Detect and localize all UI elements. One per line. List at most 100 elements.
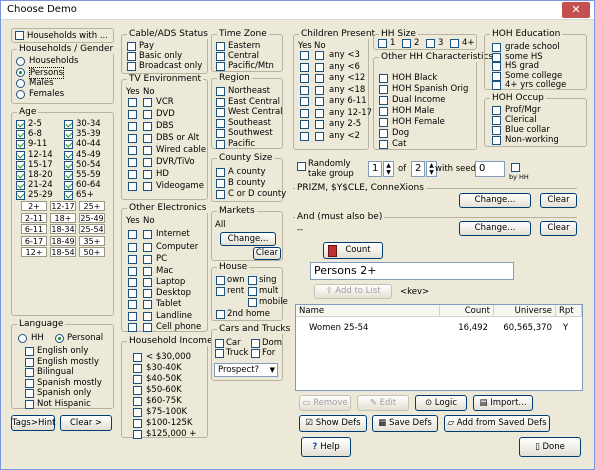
age-preset-12-17-button[interactable]: 12-17 — [50, 201, 76, 211]
cable-pay-checkbox[interactable] — [127, 42, 136, 51]
region-west-central-checkbox[interactable] — [216, 108, 225, 117]
elec-pc-yes-checkbox[interactable] — [128, 255, 137, 264]
age-25-29-checkbox[interactable] — [16, 191, 25, 201]
occ-prof-mgr-checkbox[interactable] — [492, 106, 501, 115]
tv-hd-yes-checkbox[interactable] — [128, 170, 137, 179]
tv-dbs-or-alt-yes-checkbox[interactable] — [128, 134, 137, 143]
child-any-12-no-checkbox[interactable] — [315, 74, 324, 83]
child-any-2-5-no-checkbox[interactable] — [315, 120, 324, 129]
and-change-button[interactable]: Change... — [459, 221, 531, 236]
hh-size-1-checkbox[interactable] — [378, 39, 387, 48]
house-own-checkbox[interactable] — [216, 276, 225, 285]
tv-wired-cable-no-checkbox[interactable] — [143, 146, 152, 155]
tv-dvr-tivo-yes-checkbox[interactable] — [128, 158, 137, 167]
elec-desktop-no-checkbox[interactable] — [143, 289, 152, 298]
age-9-11-checkbox[interactable] — [16, 140, 25, 150]
age-60-64-checkbox[interactable] — [64, 181, 73, 191]
age-30-34-checkbox[interactable] — [64, 120, 73, 129]
hh-size-3-checkbox[interactable] — [426, 39, 435, 48]
age-15-17-checkbox[interactable] — [16, 160, 25, 170]
radio-females[interactable] — [16, 90, 25, 99]
age-65-checkbox[interactable] — [64, 191, 73, 201]
income-100-125k-checkbox[interactable] — [133, 419, 142, 428]
tv-dbs-or-alt-no-checkbox[interactable] — [143, 134, 152, 143]
prizm-change-button[interactable]: Change... — [459, 193, 531, 208]
age-preset-6-17-button[interactable]: 6-17 — [21, 235, 47, 246]
income-30-40k-checkbox[interactable] — [133, 364, 142, 373]
child-any-18-no-checkbox[interactable] — [315, 85, 324, 95]
child-any-12-yes-checkbox[interactable] — [300, 74, 309, 83]
hh-dog-checkbox[interactable] — [379, 129, 388, 138]
income-75-100k-checkbox[interactable] — [133, 408, 142, 417]
child-any-12-17-no-checkbox[interactable] — [315, 108, 324, 118]
column-header-count[interactable]: Count — [440, 305, 494, 317]
prizm-clear-button[interactable]: Clear — [540, 193, 577, 208]
elec-laptop-yes-checkbox[interactable] — [128, 278, 137, 287]
child-any-18-yes-checkbox[interactable] — [300, 85, 309, 95]
column-header-rpt[interactable]: Rpt — [556, 305, 582, 317]
radio-personal[interactable] — [55, 334, 64, 343]
import-button[interactable]: ▤ Import... — [473, 395, 533, 411]
cable-broadcast-only-checkbox[interactable] — [127, 62, 136, 71]
child-any-6-no-checkbox[interactable] — [315, 62, 324, 72]
region-pacific-checkbox[interactable] — [216, 139, 225, 149]
age-preset-35-button[interactable]: 35+ — [79, 235, 105, 246]
house-2nd-home-checkbox[interactable] — [216, 310, 225, 319]
tags-hint-button[interactable]: Tags>Hint — [11, 415, 55, 431]
hh-size-4-checkbox[interactable] — [450, 39, 459, 48]
cable-basic-only-checkbox[interactable] — [127, 52, 136, 61]
done-button[interactable]: ▯ Done — [519, 437, 581, 457]
income-60-75k-checkbox[interactable] — [133, 397, 142, 406]
elec-landline-no-checkbox[interactable] — [143, 312, 152, 321]
elec-computer-yes-checkbox[interactable] — [128, 243, 137, 252]
lang-spanish-mostly-checkbox[interactable] — [25, 378, 34, 388]
radio-persons[interactable] — [16, 68, 25, 77]
child-any-2-yes-checkbox[interactable] — [300, 131, 309, 141]
house-sing-checkbox[interactable] — [248, 276, 257, 285]
edu-hs-grad-checkbox[interactable] — [492, 62, 501, 71]
save-defs-button[interactable]: ▦ Save Defs — [372, 415, 438, 432]
radio-hh[interactable] — [18, 334, 27, 343]
demo-name-input[interactable]: Persons 2+ — [310, 262, 514, 280]
elec-desktop-yes-checkbox[interactable] — [128, 289, 137, 298]
tv-dvd-yes-checkbox[interactable] — [128, 110, 137, 119]
elec-landline-yes-checkbox[interactable] — [128, 312, 137, 321]
income-40-50k-checkbox[interactable] — [133, 375, 142, 384]
elec-cell-phone-no-checkbox[interactable] — [143, 323, 152, 332]
house-rent-checkbox[interactable] — [216, 287, 225, 296]
tz-pacific-mtn-checkbox[interactable] — [216, 62, 225, 71]
clear-left-button[interactable]: Clear > — [60, 415, 112, 431]
income-30-000-checkbox[interactable] — [133, 353, 142, 362]
lang-english-only-checkbox[interactable] — [25, 347, 34, 356]
income-125-000-checkbox[interactable] — [133, 430, 142, 439]
elec-internet-yes-checkbox[interactable] — [128, 230, 137, 239]
age-45-49-checkbox[interactable] — [64, 150, 73, 160]
child-any-6-yes-checkbox[interactable] — [300, 62, 309, 72]
house-mult-checkbox[interactable] — [248, 287, 257, 296]
region-southwest-checkbox[interactable] — [216, 129, 225, 138]
income-50-60k-checkbox[interactable] — [133, 386, 142, 395]
hh-hoh-spanish-orig-checkbox[interactable] — [379, 85, 388, 94]
age-preset-50-button[interactable]: 50+ — [79, 247, 105, 257]
markets-clear-button[interactable]: Clear — [253, 247, 281, 260]
age-21-24-checkbox[interactable] — [16, 181, 25, 191]
for-checkbox[interactable] — [251, 349, 260, 358]
remove-button[interactable]: ▭ Remove — [299, 395, 351, 411]
hh-size-2-checkbox[interactable] — [402, 39, 411, 48]
lang-english-mostly-checkbox[interactable] — [25, 357, 34, 367]
seed-input[interactable]: 0 — [475, 161, 505, 177]
age-55-59-checkbox[interactable] — [64, 171, 73, 180]
age-40-44-checkbox[interactable] — [64, 140, 73, 150]
child-any-3-yes-checkbox[interactable] — [300, 51, 309, 60]
occ-blue-collar-checkbox[interactable] — [492, 126, 501, 135]
elec-tablet-yes-checkbox[interactable] — [128, 300, 137, 309]
house-mobile-checkbox[interactable] — [248, 298, 257, 307]
child-any-12-17-yes-checkbox[interactable] — [300, 108, 309, 118]
tv-dvr-tivo-no-checkbox[interactable] — [143, 158, 152, 167]
elec-mac-no-checkbox[interactable] — [143, 267, 152, 276]
child-any-6-11-yes-checkbox[interactable] — [300, 97, 309, 106]
elec-pc-no-checkbox[interactable] — [143, 255, 152, 264]
group-total-input[interactable]: 2 — [411, 161, 425, 177]
age-18-20-checkbox[interactable] — [16, 171, 25, 180]
age-preset-2-11-button[interactable]: 2-11 — [21, 212, 47, 223]
